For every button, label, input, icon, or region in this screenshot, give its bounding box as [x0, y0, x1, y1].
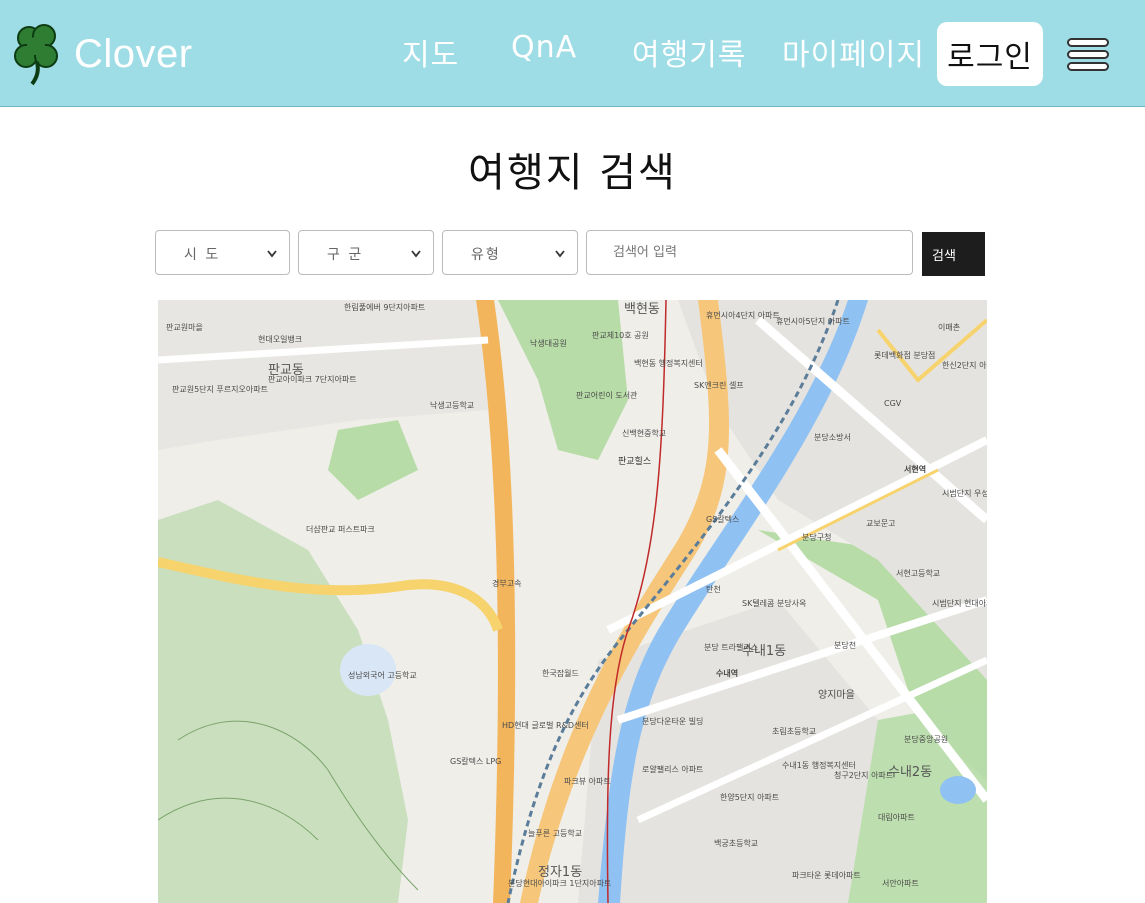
map-place-label: 현대오일뱅크 — [258, 335, 303, 344]
map-place-label: 낙생대공원 — [530, 339, 567, 348]
map-place-label: 휴먼시아5단지 아파트 — [776, 317, 850, 326]
chevron-down-icon — [555, 250, 565, 258]
map-place-label: 양지마을 — [818, 690, 855, 701]
chevron-down-icon — [267, 250, 277, 258]
nav-link-mypage[interactable]: 마이페이지 — [782, 30, 925, 74]
map-place-label: HD현대 글로벌 R&D센터 — [502, 721, 589, 730]
map-place-label: 판교아이파크 7단지아파트 — [268, 375, 357, 384]
map-place-label: 휴먼시아4단지 아파트 — [706, 311, 780, 320]
map-place-label: 판교원마을 — [166, 323, 203, 332]
map-place-label: 한양5단지 아파트 — [720, 793, 780, 802]
map-place-label: 판교원5단지 푸르지오아파트 — [172, 385, 268, 394]
hamburger-menu-icon[interactable] — [1066, 36, 1110, 74]
gugun-select-value: 구 군 — [327, 247, 364, 263]
map-place-label: 판교제10호 공원 — [592, 331, 649, 340]
map-place-label: 서안아파트 — [882, 879, 919, 888]
map-place-label: 경부고속 — [492, 579, 522, 588]
map-place-label: 시범단지 우성아파트 — [942, 489, 987, 498]
login-button[interactable]: 로그인 — [937, 22, 1043, 86]
map-view[interactable]: 백현동 판교동 수내1동 수내2동 정자1동 한림풀에버 9단지아파트 판교원마… — [158, 300, 987, 903]
search-button[interactable]: 검색 — [922, 232, 985, 276]
map-place-label: 분당중앙공원 — [904, 735, 949, 744]
map-place-label: 한림풀에버 9단지아파트 — [344, 303, 426, 312]
map-place-label: 교보문고 — [866, 519, 896, 528]
page-title: 여행지 검색 — [468, 150, 677, 196]
map-dong-label: 수내2동 — [888, 765, 933, 780]
nav-link-travel-log[interactable]: 여행기록 — [632, 30, 746, 74]
search-input[interactable] — [586, 230, 913, 275]
map-place-label: 분당소방서 — [814, 433, 851, 442]
map-place-label: 한신2단지 아파트 — [942, 361, 987, 370]
top-navbar: Clover 지도 QnA 여행기록 마이페이지 로그인 — [0, 0, 1145, 107]
map-place-label: 백현동 행정복지센터 — [634, 359, 703, 368]
map-place-label: 청구2단지 아파트 — [834, 771, 894, 780]
map-place-label: 롯데백화점 분당점 — [874, 351, 936, 360]
map-place-label: 초림초등학교 — [772, 727, 817, 736]
map-place-label: 신백현중학교 — [622, 429, 667, 438]
map-place-label: 로얄팰리스 아파트 — [642, 765, 704, 774]
map-place-label: 분당천 — [834, 641, 857, 650]
map-place-label: 탄천 — [706, 585, 721, 594]
map-base-layer — [158, 300, 987, 903]
map-place-label: 파크타운 롯데아파트 — [792, 871, 861, 880]
map-place-label: 대림아파트 — [878, 813, 915, 822]
map-place-label: 더샵판교 퍼스트파크 — [306, 525, 375, 534]
map-place-label: 분당구청 — [802, 533, 832, 542]
map-place-label: 한국잡월드 — [542, 669, 579, 678]
type-select[interactable]: 유형 — [442, 230, 578, 275]
map-place-label: 서현고등학교 — [896, 569, 941, 578]
gugun-select[interactable]: 구 군 — [298, 230, 434, 275]
map-place-label: 판교어린이 도서관 — [576, 391, 638, 400]
map-place-label: 수내1동 행정복지센터 — [782, 761, 856, 770]
nav-link-qna[interactable]: QnA — [511, 30, 577, 65]
type-select-value: 유형 — [471, 247, 501, 263]
map-place-label: 분당다운타운 빌딩 — [642, 717, 704, 726]
map-place-label: SK엔크린 셀프 — [694, 381, 744, 390]
brand-home-link[interactable]: Clover — [12, 22, 193, 86]
map-place-label: SK텔레콤 분당사옥 — [742, 599, 807, 608]
chevron-down-icon — [411, 250, 421, 258]
map-place-label: CGV — [884, 399, 902, 408]
map-place-label: 파크뷰 아파트 — [564, 777, 611, 786]
map-place-label: 백궁초등학교 — [714, 839, 759, 848]
four-leaf-clover-icon — [14, 24, 58, 86]
map-place-label: 시범단지 현대아파트 — [932, 599, 987, 608]
map-place-label: 서현역 — [904, 465, 927, 474]
map-place-label: 늘푸른 고등학교 — [528, 829, 583, 838]
map-place-label: 이매촌 — [938, 323, 961, 332]
brand-name: Clover — [74, 31, 193, 76]
map-place-label: 수내역 — [716, 669, 739, 678]
map-place-label: 판교힐스 — [618, 457, 652, 467]
map-place-label: GS칼텍스 LPG — [450, 757, 502, 766]
map-place-label: GS칼텍스 — [706, 515, 740, 524]
nav-link-map[interactable]: 지도 — [402, 30, 459, 74]
map-place-label: 분당 트라팰리스 — [704, 643, 759, 652]
sido-select[interactable]: 시 도 — [155, 230, 290, 275]
map-place-label: 성남외국어 고등학교 — [348, 671, 417, 680]
sido-select-value: 시 도 — [184, 247, 221, 263]
map-place-label: 낙생고등학교 — [430, 401, 475, 410]
map-dong-label: 백현동 — [624, 302, 660, 317]
map-place-label: 분당현대아이파크 1단지아파트 — [508, 879, 612, 888]
